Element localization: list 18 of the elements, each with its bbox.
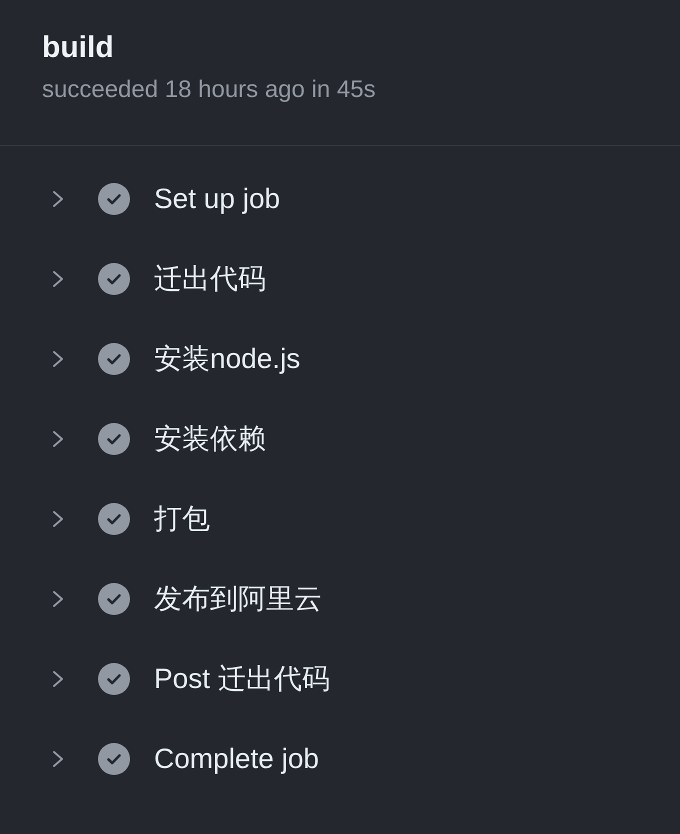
step-name[interactable]: Set up job [154, 181, 280, 217]
job-summary: succeeded 18 hours ago in 45s [42, 75, 376, 105]
chevron-icon[interactable] [51, 269, 65, 289]
chevron-icon[interactable] [51, 429, 65, 449]
chevron-icon[interactable] [51, 509, 65, 529]
step-name[interactable]: 打包 [154, 501, 210, 537]
step-name[interactable]: Complete job [154, 741, 319, 777]
chevron-icon[interactable] [51, 669, 65, 689]
chevron-icon[interactable] [51, 349, 65, 369]
chevron-icon[interactable] [51, 189, 65, 209]
job-title: build [42, 30, 114, 66]
step-name[interactable]: Post 迁出代码 [154, 661, 330, 697]
chevron-icon[interactable] [51, 749, 65, 769]
step-name[interactable]: 安装依赖 [154, 421, 266, 457]
chevron-icon[interactable] [51, 589, 65, 609]
step-name[interactable]: 迁出代码 [154, 261, 266, 297]
step-name[interactable]: 发布到阿里云 [154, 581, 322, 617]
step-name[interactable]: 安装node.js [154, 341, 300, 377]
